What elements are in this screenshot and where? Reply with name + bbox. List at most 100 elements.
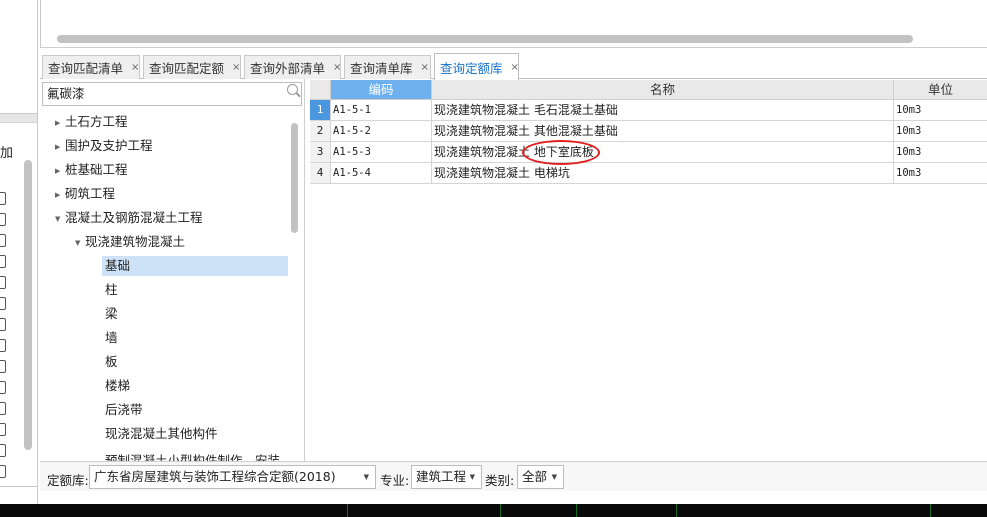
tab-label: 查询清单库 (350, 61, 413, 76)
row-checkbox[interactable] (0, 297, 6, 310)
unit-cell[interactable]: 10m3 (894, 100, 987, 121)
name-cell[interactable]: 现浇建筑物混凝土 地下室底板 (432, 142, 894, 163)
caret-down-icon: ▼ (469, 473, 475, 481)
major-label: 专业: (380, 473, 410, 488)
taskbar-divider (347, 504, 348, 517)
taskbar-divider (676, 504, 677, 517)
row-checkbox[interactable] (0, 234, 6, 247)
row-index: 1 (310, 100, 331, 121)
tree-leaf[interactable]: 现浇混凝土其他构件 (105, 424, 218, 444)
tree-node[interactable]: ▶ 围护及支护工程 (55, 136, 153, 156)
tree-leaf[interactable]: 板 (105, 352, 118, 372)
row-checkbox[interactable] (0, 381, 6, 394)
search-icon[interactable] (287, 84, 298, 95)
tree-leaf[interactable]: 楼梯 (105, 376, 130, 396)
close-icon[interactable]: × (421, 62, 429, 73)
filter-bar: 定额库: 广东省房屋建筑与装饰工程综合定额(2018) ▼ 专业: 建筑工程 ▼ 类… (40, 461, 987, 491)
caret-down-icon: ▼ (363, 473, 369, 481)
chevron-right-icon[interactable]: ▶ (55, 113, 65, 133)
tree-node[interactable]: ▼ 混凝土及钢筋混凝土工程 (55, 208, 203, 228)
tree-leaf[interactable]: 墙 (105, 328, 118, 348)
row-checkbox[interactable] (0, 423, 6, 436)
taskbar-divider (930, 504, 931, 517)
tree-leaf[interactable]: 柱 (105, 280, 118, 300)
category-select[interactable]: 全部 ▼ (517, 465, 564, 489)
caret-down-icon: ▼ (551, 473, 557, 481)
quota-library-label: 定额库: (47, 473, 89, 488)
tab-label: 查询匹配定额 (149, 61, 225, 76)
row-checkbox[interactable] (0, 360, 6, 373)
tab-query-list-library[interactable]: 查询清单库 × (344, 55, 431, 79)
tree-node[interactable]: ▶ 土石方工程 (55, 112, 128, 132)
table-row[interactable]: 2 A1-5-2 现浇建筑物混凝土 其他混凝土基础 10m3 (310, 121, 987, 142)
chevron-right-icon[interactable]: ▶ (55, 137, 65, 157)
chevron-down-icon[interactable]: ▼ (55, 209, 65, 229)
tree-node[interactable]: ▶ 桩基础工程 (55, 160, 128, 180)
tree-leaf[interactable]: 后浇带 (105, 400, 143, 420)
close-icon[interactable]: × (232, 62, 240, 73)
close-icon[interactable]: × (511, 62, 519, 73)
left-column-header: 加 (0, 146, 14, 161)
close-icon[interactable]: × (333, 62, 341, 73)
taskbar (0, 504, 987, 517)
unit-cell[interactable]: 10m3 (894, 163, 987, 184)
category-value: 全部 (522, 469, 548, 484)
name-cell[interactable]: 现浇建筑物混凝土 毛石混凝土基础 (432, 100, 894, 121)
left-panel-footer (0, 486, 37, 505)
code-cell[interactable]: A1-5-3 (331, 142, 432, 163)
row-checkbox[interactable] (0, 318, 6, 331)
name-cell[interactable]: 现浇建筑物混凝土 其他混凝土基础 (432, 121, 894, 142)
major-select[interactable]: 建筑工程 ▼ (411, 465, 482, 489)
tab-query-external-list[interactable]: 查询外部清单 × (244, 55, 341, 79)
major-value: 建筑工程 (416, 469, 467, 484)
code-cell[interactable]: A1-5-1 (331, 100, 432, 121)
table-row[interactable]: 1 A1-5-1 现浇建筑物混凝土 毛石混凝土基础 10m3 (310, 100, 987, 121)
tab-query-matched-list[interactable]: 查询匹配清单 × (42, 55, 140, 79)
query-tab-bar: 查询匹配清单 × 查询匹配定额 × 查询外部清单 × 查询清单库 × 查询定额库 × (40, 53, 987, 80)
row-checkbox[interactable] (0, 255, 6, 268)
tab-label: 查询外部清单 (250, 61, 326, 76)
quota-category-tree-panel: 氟碳漆 ▶ 土石方工程 ▶ 围护及支护工程 ▶ 桩基础工程 ▶ 砌筑工程 ▼ 混凝土及钢筋… (40, 79, 305, 461)
row-checkbox[interactable] (0, 213, 6, 226)
chevron-down-icon[interactable]: ▼ (75, 233, 85, 253)
tab-label: 查询定额库 (440, 60, 503, 76)
column-header-name[interactable]: 名称 (432, 80, 894, 100)
row-checkbox[interactable] (0, 402, 6, 415)
row-index: 4 (310, 163, 331, 184)
unit-cell[interactable]: 10m3 (894, 121, 987, 142)
taskbar-divider (576, 504, 577, 517)
unit-cell[interactable]: 10m3 (894, 142, 987, 163)
search-input[interactable]: 氟碳漆 (42, 82, 302, 106)
row-checkbox[interactable] (0, 276, 6, 289)
horizontal-scrollbar[interactable] (57, 35, 913, 43)
code-cell[interactable]: A1-5-2 (331, 121, 432, 142)
tree-node[interactable]: ▶ 砌筑工程 (55, 184, 115, 204)
row-checkbox[interactable] (0, 339, 6, 352)
chevron-right-icon[interactable]: ▶ (55, 185, 65, 205)
quota-library-select[interactable]: 广东省房屋建筑与装饰工程综合定额(2018) ▼ (89, 465, 376, 489)
tree-leaf-selected[interactable]: 基础 (102, 256, 288, 276)
table-row[interactable]: 4 A1-5-4 现浇建筑物混凝土 电梯坑 10m3 (310, 163, 987, 184)
column-header-code[interactable]: 编码 (331, 80, 432, 100)
row-index-header (310, 80, 331, 100)
code-cell[interactable]: A1-5-4 (331, 163, 432, 184)
tree-leaf[interactable]: 梁 (105, 304, 118, 324)
taskbar-divider (500, 504, 501, 517)
tab-query-quota-library[interactable]: 查询定额库 × (434, 53, 519, 80)
table-row[interactable]: 3 A1-5-3 现浇建筑物混凝土 地下室底板 10m3 (310, 142, 987, 163)
close-icon[interactable]: × (131, 62, 139, 73)
tree-leaf[interactable]: 预制混凝土小型构件制作、安装 (105, 448, 280, 461)
tree-node[interactable]: ▼ 现浇建筑物混凝土 (75, 232, 185, 252)
row-checkbox[interactable] (0, 465, 6, 478)
quota-library-value: 广东省房屋建筑与装饰工程综合定额(2018) (94, 469, 336, 484)
chevron-right-icon[interactable]: ▶ (55, 161, 65, 181)
upper-content-area (40, 0, 987, 48)
tab-query-matched-quota[interactable]: 查询匹配定额 × (143, 55, 241, 79)
column-header-unit[interactable]: 单位 (894, 80, 987, 100)
tree-scrollbar[interactable] (291, 123, 298, 233)
row-checkbox[interactable] (0, 192, 6, 205)
left-side-panel: 加 (0, 0, 38, 505)
name-cell[interactable]: 现浇建筑物混凝土 电梯坑 (432, 163, 894, 184)
row-checkbox[interactable] (0, 444, 6, 457)
left-panel-scrollbar[interactable] (24, 160, 32, 450)
